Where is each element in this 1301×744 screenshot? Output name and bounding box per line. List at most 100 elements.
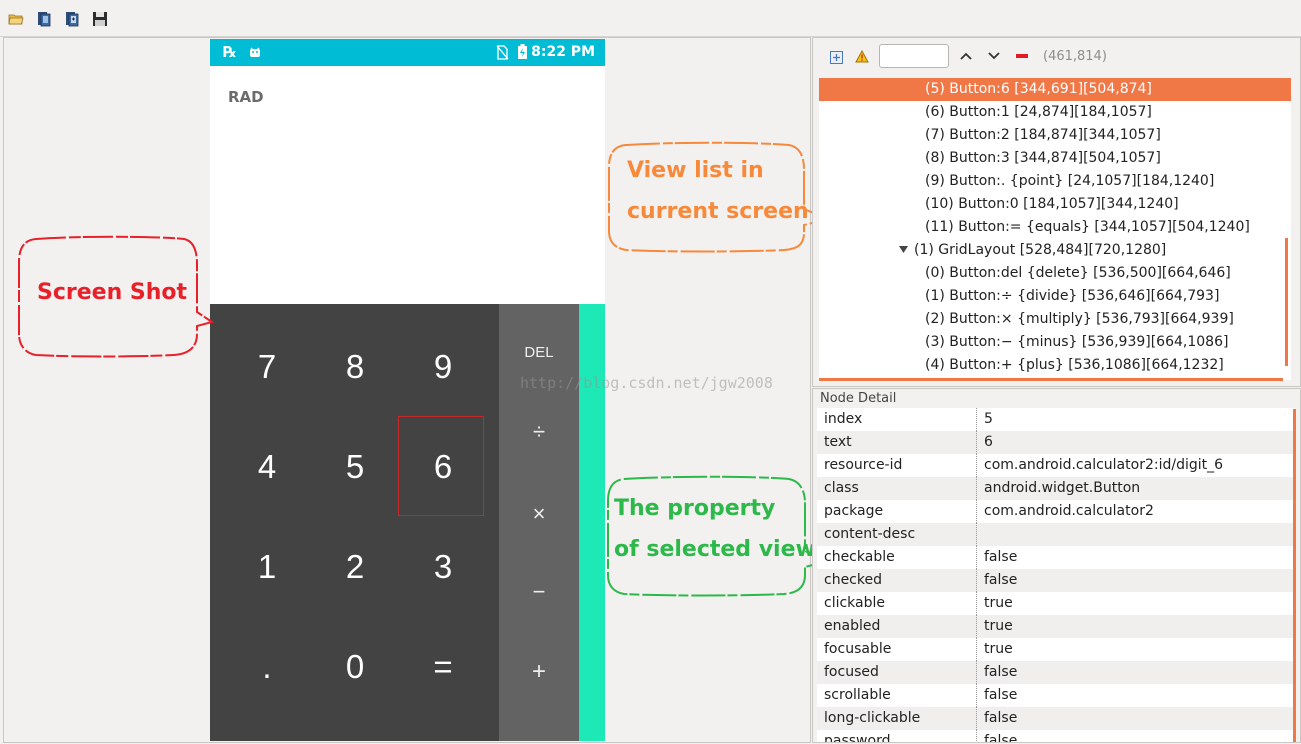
numeric-keypad: 7 8 9 4 5 6 1 2 3 . 0 = [210, 304, 499, 741]
detail-key: scrollable [824, 687, 891, 703]
status-time: 8:22 PM [531, 44, 595, 60]
detail-value: false [984, 549, 1018, 565]
view-hierarchy-pane: (461,814) (5) Button:6 [344,691][504,874… [812, 37, 1301, 387]
detail-key: class [824, 480, 859, 496]
detail-row[interactable]: focused false [817, 661, 1295, 684]
tree-row-label: (5) Button:6 [344,691][504,874] [925, 81, 1152, 97]
tree-row[interactable]: (0) Button:del {delete} [536,500][664,64… [819, 262, 1291, 285]
detail-key: long-clickable [824, 710, 921, 726]
key-plus[interactable]: + [499, 652, 579, 692]
rx-notification-icon: ℞ [223, 43, 237, 61]
detail-value: 5 [984, 411, 993, 427]
detail-value: false [984, 664, 1018, 680]
detail-row[interactable]: text 6 [817, 431, 1295, 454]
detail-key: resource-id [824, 457, 903, 473]
tree-row-label: (2) Button:× {multiply} [536,793][664,93… [925, 311, 1234, 327]
tree-vertical-scrollbar[interactable] [1285, 238, 1288, 366]
tree-row[interactable]: (3) Button:− {minus} [536,939][664,1086] [819, 331, 1291, 354]
chevron-up-icon[interactable] [960, 51, 972, 61]
key-1[interactable]: 1 [223, 517, 311, 617]
detail-key: clickable [824, 595, 886, 611]
key-3[interactable]: 3 [399, 517, 487, 617]
key-7[interactable]: 7 [223, 317, 311, 417]
detail-vertical-scrollbar[interactable] [1293, 409, 1296, 742]
node-search-input[interactable] [879, 44, 949, 68]
expand-all-icon[interactable] [830, 51, 843, 64]
save-icon[interactable] [91, 10, 109, 28]
detail-row[interactable]: clickable true [817, 592, 1295, 615]
detail-value: true [984, 641, 1013, 657]
tree-horizontal-scrollbar[interactable] [819, 378, 1283, 381]
watermark-text: http://blog.csdn.net/jgw2008 [520, 374, 773, 392]
detail-row[interactable]: checked false [817, 569, 1295, 592]
detail-row[interactable]: class android.widget.Button [817, 477, 1295, 500]
tree-row[interactable]: (1) GridLayout [528,484][720,1280] [819, 239, 1291, 262]
key-minus[interactable]: − [499, 572, 579, 612]
screenshot-callout-label: Screen Shot [37, 280, 188, 305]
tree-row-label: (1) Button:÷ {divide} [536,646][664,793] [925, 288, 1220, 304]
key-2[interactable]: 2 [311, 517, 399, 617]
detail-value: com.android.calculator2:id/digit_6 [984, 457, 1224, 473]
key-point[interactable]: . [223, 617, 311, 717]
warning-icon[interactable] [855, 50, 869, 63]
key-multiply[interactable]: × [499, 494, 579, 534]
tree-row[interactable]: (8) Button:3 [344,874][504,1057] [819, 147, 1291, 170]
key-0[interactable]: 0 [311, 617, 399, 717]
device-screenshot-icon[interactable] [35, 10, 53, 28]
detail-row[interactable]: content-desc [817, 523, 1295, 546]
tree-row[interactable]: (5) Button:6 [344,691][504,874] [819, 78, 1291, 101]
key-4[interactable]: 4 [223, 417, 311, 517]
tree-row[interactable]: (11) Button:= {equals} [344,1057][504,12… [819, 216, 1291, 239]
key-8[interactable]: 8 [311, 317, 399, 417]
detail-value: 6 [984, 434, 993, 450]
tree-row[interactable]: (6) Button:1 [24,874][184,1057] [819, 101, 1291, 124]
battery-charging-icon [518, 44, 527, 59]
detail-key: focused [824, 664, 879, 680]
cursor-coordinates: (461,814) [1043, 49, 1107, 64]
tree-row[interactable]: (1) Button:÷ {divide} [536,646][664,793] [819, 285, 1291, 308]
detail-row[interactable]: checkable false [817, 546, 1295, 569]
detail-row[interactable]: enabled true [817, 615, 1295, 638]
tree-row-label: (8) Button:3 [344,874][504,1057] [925, 150, 1161, 166]
key-5[interactable]: 5 [311, 417, 399, 517]
detail-row[interactable]: resource-id com.android.calculator2:id/di… [817, 454, 1295, 477]
tree-row-label: (1) GridLayout [528,484][720,1280] [914, 242, 1167, 258]
tree-row-label: (11) Button:= {equals} [344,1057][504,12… [925, 219, 1250, 235]
tree-row[interactable]: (2) Button:× {multiply} [536,793][664,93… [819, 308, 1291, 331]
tree-row-label: (9) Button:. {point} [24,1057][184,1240] [925, 173, 1215, 189]
advanced-panel-edge[interactable] [579, 304, 605, 741]
tree-row-label: (0) Button:del {delete} [536,500][664,64… [925, 265, 1231, 281]
detail-row[interactable]: scrollable false [817, 684, 1295, 707]
open-folder-icon[interactable] [7, 10, 25, 28]
detail-value: false [984, 733, 1018, 743]
detail-row[interactable]: long-clickable false [817, 707, 1295, 730]
detail-value: true [984, 595, 1013, 611]
tree-expanded-triangle-icon[interactable] [899, 246, 908, 254]
detail-key: checked [824, 572, 882, 588]
key-equals[interactable]: = [399, 617, 487, 717]
clear-selection-icon[interactable] [1016, 54, 1028, 58]
detail-row[interactable]: index 5 [817, 408, 1295, 431]
android-status-bar: ℞ 8:22 PM [210, 39, 605, 66]
detail-row[interactable]: password false [817, 730, 1295, 743]
operator-pad: DEL ÷ × − + [499, 304, 579, 741]
detail-key: focusable [824, 641, 892, 657]
key-divide[interactable]: ÷ [499, 412, 579, 452]
tree-row-label: (4) Button:+ {plus} [536,1086][664,1232] [925, 357, 1224, 373]
tree-row[interactable]: (9) Button:. {point} [24,1057][184,1240] [819, 170, 1291, 193]
key-delete[interactable]: DEL [499, 334, 579, 370]
detail-row[interactable]: package com.android.calculator2 [817, 500, 1295, 523]
tree-row[interactable]: (4) Button:+ {plus} [536,1086][664,1232] [819, 354, 1291, 377]
tree-row[interactable]: (7) Button:2 [184,874][344,1057] [819, 124, 1291, 147]
detail-value: false [984, 710, 1018, 726]
detail-key: password [824, 733, 891, 743]
detail-key: enabled [824, 618, 881, 634]
key-9[interactable]: 9 [399, 317, 487, 417]
device-screenshot-compressed-icon[interactable] [63, 10, 81, 28]
detail-row[interactable]: focusable true [817, 638, 1295, 661]
tree-row[interactable]: (10) Button:0 [184,1057][344,1240] [819, 193, 1291, 216]
no-sim-icon [496, 45, 509, 60]
detail-value: com.android.calculator2 [984, 503, 1154, 519]
chevron-down-icon[interactable] [988, 51, 1000, 61]
detail-key: package [824, 503, 884, 519]
